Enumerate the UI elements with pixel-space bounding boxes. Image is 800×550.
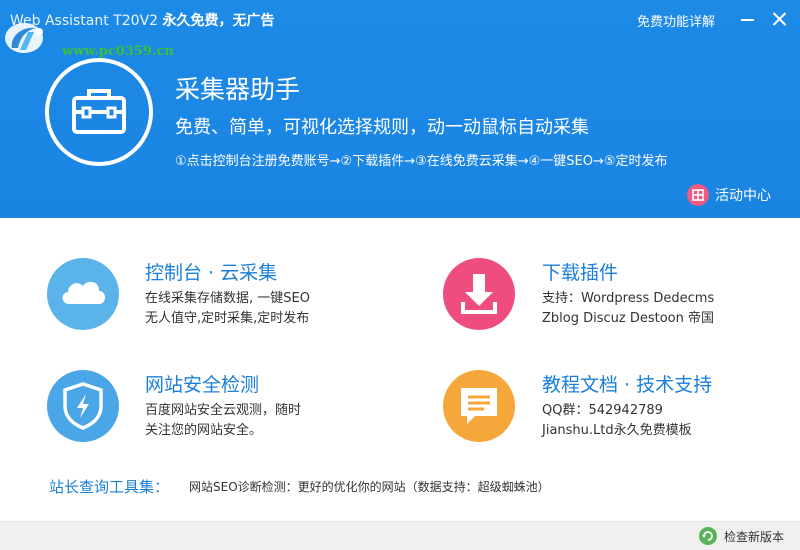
- gift-icon: [687, 184, 709, 206]
- card-desc: QQ群：542942789 Jianshu.Ltd永久免费模板: [542, 401, 692, 441]
- card-desc-line: Jianshu.Ltd永久免费模板: [542, 423, 692, 438]
- card-title: 下载插件: [542, 262, 619, 284]
- title-bar[interactable]: Web Assistant T20V2 永久免费，无广告 免费功能详解: [0, 0, 800, 40]
- hero-steps: ①点击控制台注册免费账号→②下载插件→③在线免费云采集→④一键SEO→⑤定时发布: [175, 154, 668, 169]
- card-desc-line: 支持：Wordpress Dedecms: [542, 291, 715, 306]
- toolbox-icon: [45, 58, 153, 166]
- hero-subtitle: 免费、简单，可视化选择规则，动一动鼠标自动采集: [175, 117, 589, 138]
- check-update-button[interactable]: 检查新版本: [699, 527, 784, 545]
- activity-center-button[interactable]: 活动中心: [687, 182, 771, 208]
- cloud-icon: [47, 258, 119, 330]
- card-title: 网站安全检测: [145, 374, 260, 396]
- shield-icon: [47, 370, 119, 442]
- card-desc: 支持：Wordpress Dedecms Zblog Discuz Destoo…: [542, 289, 714, 329]
- download-icon: [443, 258, 515, 330]
- tools-label: 站长查询工具集：: [49, 477, 170, 496]
- card-desc-line: 无人值守,定时采集,定时发布: [145, 311, 310, 326]
- minimize-icon[interactable]: [736, 8, 760, 30]
- activity-center-label: 活动中心: [715, 188, 771, 204]
- watermark-logo-icon: [5, 23, 43, 53]
- card-desc: 在线采集存储数据, 一键SEO 无人值守,定时采集,定时发布: [145, 289, 310, 329]
- features-link[interactable]: 免费功能详解: [637, 11, 715, 30]
- card-desc-line: QQ群：542942789: [542, 403, 663, 418]
- close-icon[interactable]: [768, 8, 792, 30]
- card-desc: 百度网站安全云观测，随时 关注您的网站安全。: [145, 401, 301, 441]
- card-title: 教程文档 · 技术支持: [542, 374, 713, 396]
- watermark-url: www.pc0359.cn: [62, 44, 174, 59]
- app-title-tagline: 永久免费，无广告: [162, 13, 275, 29]
- header-banner: Web Assistant T20V2 永久免费，无广告 免费功能详解 www.…: [0, 0, 800, 218]
- card-desc-line: 在线采集存储数据, 一键SEO: [145, 291, 310, 306]
- card-desc-line: 关注您的网站安全。: [145, 423, 263, 438]
- card-desc-line: Zblog Discuz Destoon 帝国: [542, 311, 715, 326]
- seo-check-link[interactable]: 网站SEO诊断检测：更好的优化你的网站（数据支持：超级蜘蛛池）: [189, 478, 550, 495]
- check-update-label: 检查新版本: [724, 529, 785, 544]
- webmaster-tools-row: 站长查询工具集： 网站SEO诊断检测：更好的优化你的网站（数据支持：超级蜘蛛池）: [49, 475, 550, 497]
- status-bar: 检查新版本: [0, 521, 800, 550]
- card-title: 控制台 · 云采集: [145, 262, 278, 284]
- refresh-icon: [699, 527, 717, 545]
- chat-icon: [443, 370, 515, 442]
- hero-title: 采集器助手: [175, 75, 301, 104]
- card-desc-line: 百度网站安全云观测，随时: [145, 403, 302, 418]
